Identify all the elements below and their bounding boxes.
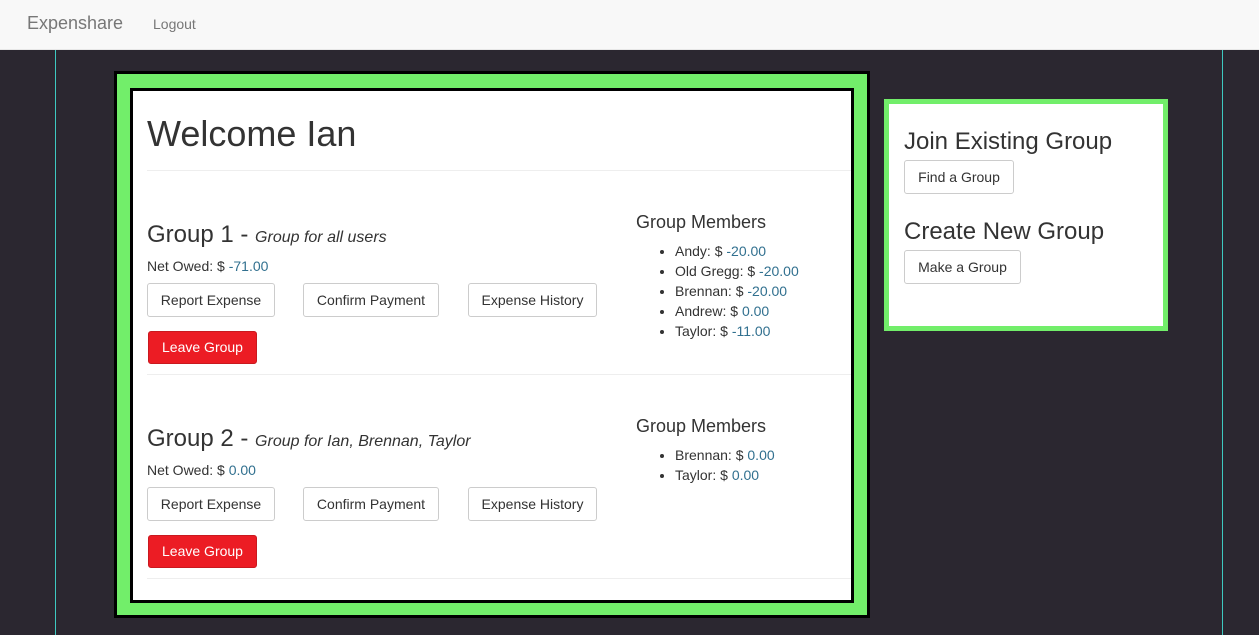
member-name: Brennan: $ <box>675 447 748 463</box>
sidebar-content: Join Existing Group Find a Group Create … <box>889 104 1163 326</box>
right-guide-line <box>1222 50 1223 635</box>
member-name: Old Gregg: $ <box>675 263 760 279</box>
member-amount: 0.00 <box>731 467 760 483</box>
report-expense-button[interactable]: Report Expense <box>147 487 275 521</box>
expense-history-button[interactable]: Expense History <box>468 487 597 521</box>
group-card: Group 1 - Group for all users Net Owed: … <box>133 183 851 383</box>
member-amount: 0.00 <box>741 303 770 319</box>
member-name: Andy: $ <box>675 243 727 259</box>
sidebar-panel: Join Existing Group Find a Group Create … <box>884 99 1168 331</box>
leave-group-button[interactable]: Leave Group <box>148 331 257 364</box>
page-title: Welcome Ian <box>147 113 357 154</box>
left-guide-line <box>55 50 56 635</box>
member-name: Brennan: $ <box>675 283 748 299</box>
group-name: Group 1 - <box>147 221 256 248</box>
net-owed-label: Net Owed: $ <box>147 258 229 274</box>
navbar: Expenshare Logout <box>0 0 1259 50</box>
divider <box>147 170 851 171</box>
group-card: Group 2 - Group for Ian, Brennan, Taylor… <box>133 387 851 587</box>
members-list: Brennan: $ 0.00 Taylor: $ 0.00 <box>675 445 775 485</box>
net-owed: Net Owed: $ -71.00 <box>147 258 268 274</box>
net-owed-amount: -71.00 <box>228 258 269 274</box>
find-group-button[interactable]: Find a Group <box>904 160 1014 194</box>
members-list: Andy: $ -20.00 Old Gregg: $ -20.00 Brenn… <box>675 241 799 341</box>
list-item: Andrew: $ 0.00 <box>675 301 799 321</box>
member-name: Taylor: $ <box>675 323 732 339</box>
member-amount: -11.00 <box>731 323 771 339</box>
list-item: Brennan: $ -20.00 <box>675 281 799 301</box>
leave-group-button[interactable]: Leave Group <box>148 535 257 568</box>
group-members-title: Group Members <box>636 416 767 436</box>
main-content: Welcome Ian Group 1 - Group for all user… <box>133 91 851 600</box>
brand-link[interactable]: Expenshare <box>27 13 123 34</box>
list-item: Brennan: $ 0.00 <box>675 445 775 465</box>
group-members-title: Group Members <box>636 212 767 232</box>
confirm-payment-button[interactable]: Confirm Payment <box>303 283 439 317</box>
report-expense-button[interactable]: Report Expense <box>147 283 275 317</box>
list-item: Old Gregg: $ -20.00 <box>675 261 799 281</box>
expense-history-button[interactable]: Expense History <box>468 283 597 317</box>
join-group-title: Join Existing Group <box>904 128 1113 155</box>
main-panel: Welcome Ian Group 1 - Group for all user… <box>114 71 870 618</box>
group-name: Group 2 - <box>147 425 256 452</box>
list-item: Taylor: $ 0.00 <box>675 465 775 485</box>
confirm-payment-button[interactable]: Confirm Payment <box>303 487 439 521</box>
make-group-button[interactable]: Make a Group <box>904 250 1021 284</box>
member-amount: 0.00 <box>747 447 775 463</box>
net-owed: Net Owed: $ 0.00 <box>147 462 256 478</box>
list-item: Andy: $ -20.00 <box>675 241 799 261</box>
group-heading: Group 1 - Group for all users <box>147 221 387 249</box>
divider <box>147 374 851 375</box>
member-amount: -20.00 <box>759 263 799 279</box>
net-owed-label: Net Owed: $ <box>147 462 229 478</box>
member-name: Andrew: $ <box>675 303 742 319</box>
group-heading: Group 2 - Group for Ian, Brennan, Taylor <box>147 425 471 453</box>
divider <box>147 578 851 579</box>
create-group-title: Create New Group <box>904 218 1105 245</box>
member-amount: -20.00 <box>747 283 788 299</box>
net-owed-amount: 0.00 <box>228 462 256 478</box>
group-description: Group for all users <box>255 229 387 246</box>
logout-link[interactable]: Logout <box>153 16 196 32</box>
member-amount: -20.00 <box>726 243 767 259</box>
group-description: Group for Ian, Brennan, Taylor <box>255 433 471 450</box>
list-item: Taylor: $ -11.00 <box>675 321 799 341</box>
member-name: Taylor: $ <box>675 467 732 483</box>
